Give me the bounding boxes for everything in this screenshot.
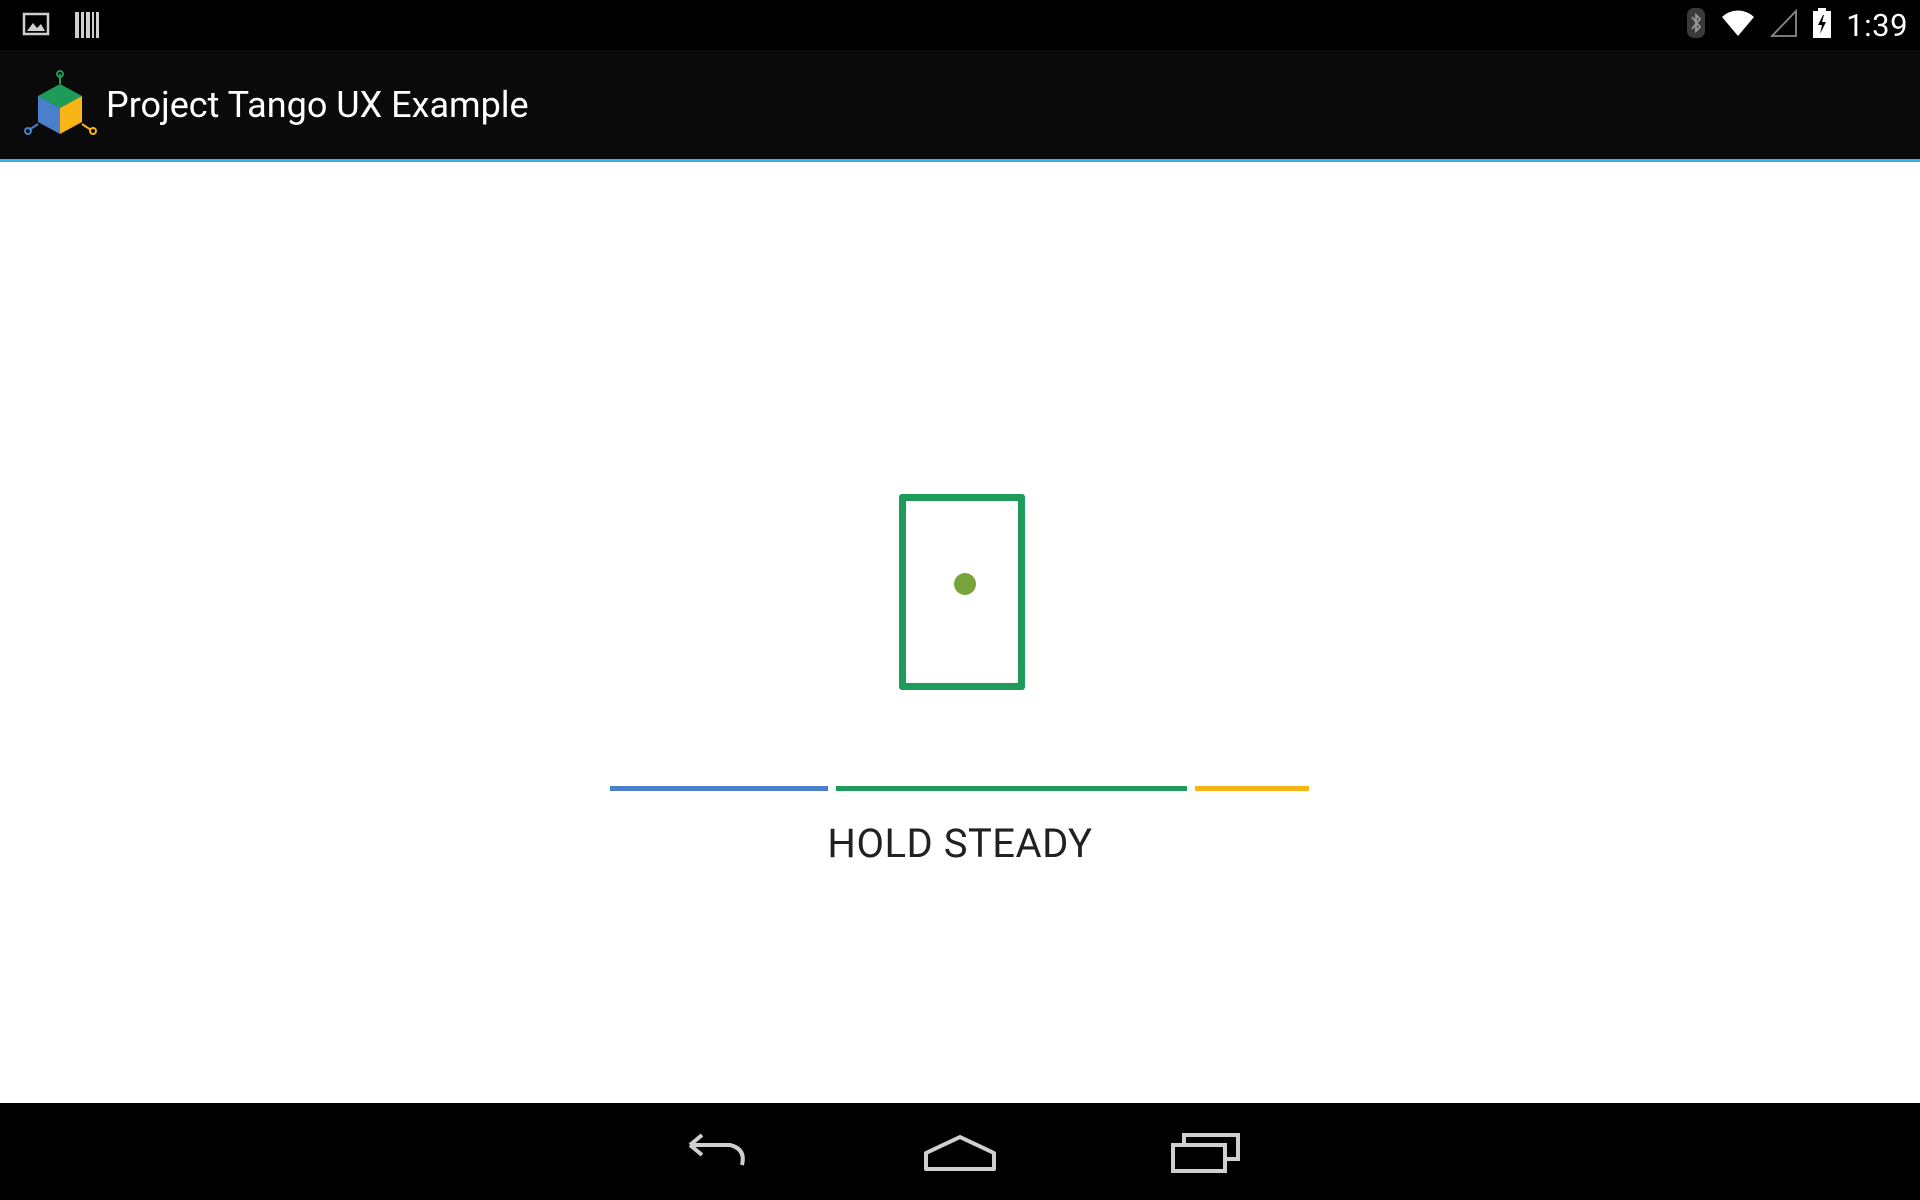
device-outline-icon: [899, 494, 1025, 690]
bluetooth-icon: [1686, 7, 1706, 43]
status-bar: 1:39: [0, 0, 1920, 50]
recents-button[interactable]: [1170, 1123, 1242, 1183]
back-button[interactable]: [680, 1123, 752, 1183]
image-notification-icon: [22, 10, 50, 44]
cell-signal-icon: [1770, 8, 1798, 42]
navigation-bar: [0, 1103, 1920, 1200]
action-bar: Project Tango UX Example: [0, 50, 1920, 162]
app-title: Project Tango UX Example: [106, 84, 529, 126]
instruction-text: HOLD STEADY: [827, 820, 1093, 867]
tango-cube-icon[interactable]: [24, 70, 98, 138]
barcode-notification-icon: [74, 10, 100, 44]
battery-charging-icon: [1812, 7, 1832, 43]
wifi-icon: [1720, 8, 1756, 42]
progress-segment-blue: [610, 786, 828, 791]
progress-segment-green: [836, 786, 1187, 791]
device-position-dot: [954, 573, 976, 595]
status-clock: 1:39: [1846, 6, 1908, 44]
progress-segment-yellow: [1195, 786, 1309, 791]
home-button[interactable]: [924, 1123, 996, 1183]
